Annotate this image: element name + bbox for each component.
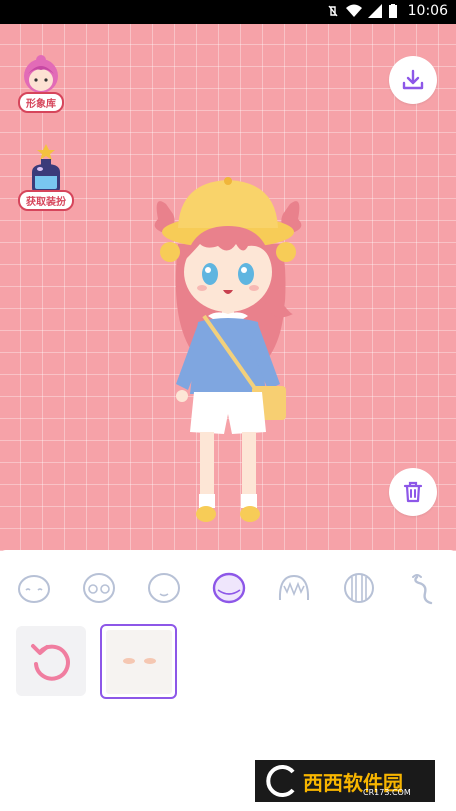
- status-bar: 10:06: [0, 0, 456, 24]
- hair-accessory-icon: [412, 574, 433, 605]
- category-face-selected[interactable]: [209, 568, 249, 608]
- blush-mark-left: [122, 657, 135, 664]
- blush-item-preview: [105, 629, 172, 694]
- dressup-canvas: 形象库 获取装扮: [0, 24, 456, 551]
- status-icons: [326, 4, 398, 18]
- category-tabs: [14, 568, 444, 608]
- vibrate-off-icon: [328, 5, 338, 17]
- selected-item-tile[interactable]: [100, 624, 177, 699]
- category-face-mouth[interactable]: [144, 568, 184, 608]
- delete-button[interactable]: [389, 468, 437, 516]
- download-icon: [402, 69, 424, 90]
- undo-icon: [31, 644, 70, 681]
- get-outfit-label: 获取装扮: [18, 190, 74, 211]
- battery-icon: [389, 4, 397, 18]
- category-face-shape[interactable]: [79, 568, 119, 608]
- download-button[interactable]: [389, 56, 437, 104]
- avatar-library-button[interactable]: 形象库: [18, 52, 64, 113]
- undo-button[interactable]: [16, 626, 86, 696]
- blush-mark-right: [143, 657, 156, 664]
- wifi-icon: [346, 4, 362, 17]
- face-mouth-icon: [148, 573, 180, 603]
- get-outfit-button[interactable]: 获取装扮: [18, 144, 74, 211]
- category-face-base[interactable]: [14, 568, 54, 608]
- category-back-hair[interactable]: [339, 568, 379, 608]
- bangs-icon: [278, 574, 310, 601]
- potion-bottle-icon: [32, 144, 60, 192]
- signal-icon: [368, 4, 382, 18]
- watermark-c-icon: [266, 765, 295, 797]
- avatar-library-label: 形象库: [18, 92, 64, 113]
- avatar-head-icon: [24, 55, 58, 93]
- category-bangs[interactable]: [274, 568, 314, 608]
- status-time: 10:06: [407, 3, 448, 19]
- face-selected-icon: [212, 572, 246, 604]
- trash-icon: [403, 481, 423, 503]
- dressup-character: [154, 177, 302, 522]
- watermark-logo: 西西软件园 CR173.COM: [255, 760, 435, 802]
- watermark-domain: CR173.COM: [363, 788, 411, 797]
- back-hair-icon: [344, 573, 374, 603]
- face-base-icon: [18, 575, 50, 603]
- face-shape-icon: [83, 573, 115, 603]
- category-hair-accessory[interactable]: [404, 568, 444, 608]
